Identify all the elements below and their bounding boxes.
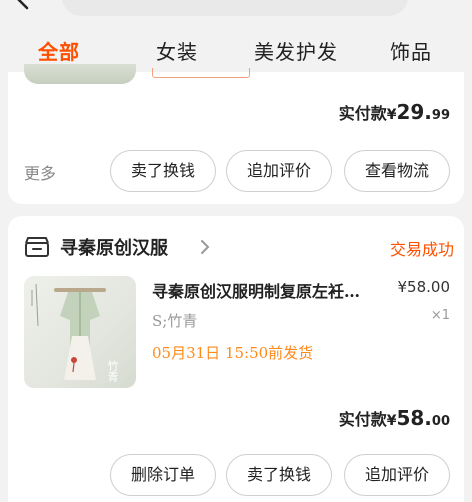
order-status: 交易成功 — [389, 240, 454, 259]
currency-symbol: ¥ — [386, 107, 397, 123]
currency-symbol: ¥ — [386, 413, 397, 429]
item-price: ¥58.00 — [397, 278, 451, 296]
shop-header[interactable]: 寻秦原创汉服 交易成功 — [24, 234, 454, 260]
chevron-right-icon — [201, 240, 210, 254]
shop-name[interactable]: 寻秦原创汉服 — [60, 234, 168, 260]
paid-amount: 实付款¥29.99 — [339, 100, 450, 124]
delete-order-button[interactable]: 删除订单 — [110, 454, 216, 496]
more-button[interactable]: 更多 — [24, 160, 56, 184]
store-icon — [25, 237, 49, 257]
paid-integer: 29. — [396, 100, 432, 124]
product-image[interactable]: 竹青 — [24, 276, 136, 388]
add-review-button[interactable]: 追加评价 — [344, 454, 450, 496]
resell-button[interactable]: 卖了换钱 — [110, 150, 216, 192]
shipping-note: 05月31日 15:50前发货 — [152, 344, 314, 362]
paid-label: 实付款 — [338, 410, 387, 429]
paid-label: 实付款 — [338, 104, 387, 123]
resell-button[interactable]: 卖了换钱 — [226, 454, 332, 496]
paid-decimal: 99 — [431, 108, 450, 123]
order-card: 实付款¥29.99 更多 卖了换钱 追加评价 查看物流 — [8, 64, 464, 204]
tab-hair-care[interactable]: 美发护发 — [254, 36, 338, 65]
order-card: 寻秦原创汉服 交易成功 竹青 寻秦原创汉服明制复原左衽… ¥58.00 ×1 S… — [8, 216, 464, 502]
add-review-button[interactable]: 追加评价 — [226, 150, 332, 192]
product-title[interactable]: 寻秦原创汉服明制复原左衽… — [152, 278, 382, 302]
view-logistics-button[interactable]: 查看物流 — [344, 150, 450, 192]
tab-womens-clothing[interactable]: 女装 — [156, 36, 198, 65]
paid-integer: 58. — [396, 406, 432, 430]
tab-all[interactable]: 全部 — [38, 36, 80, 65]
item-quantity: ×1 — [430, 308, 450, 323]
image-caption: 竹青 — [106, 360, 119, 382]
tab-accessories[interactable]: 饰品 — [390, 36, 432, 65]
paid-amount: 实付款¥58.00 — [339, 406, 450, 430]
top-bar — [0, 0, 472, 22]
sku-spec: S;竹青 — [152, 312, 198, 330]
back-icon[interactable] — [14, 0, 34, 10]
search-input[interactable] — [62, 0, 408, 16]
promo-tag — [152, 68, 250, 78]
product-image[interactable] — [24, 64, 136, 84]
paid-decimal: 00 — [431, 414, 450, 429]
